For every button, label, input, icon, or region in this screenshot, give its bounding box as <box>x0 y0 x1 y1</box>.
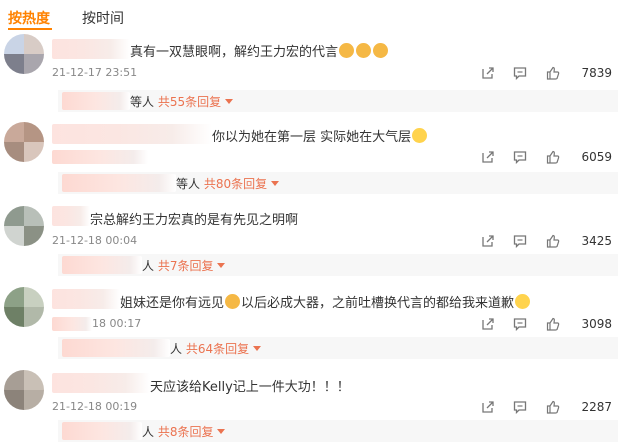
reply-users-suffix: 人 <box>142 259 155 273</box>
like-count: 3425 <box>581 234 612 248</box>
caret-down-icon <box>253 346 262 351</box>
comment-actions: 7839 <box>480 66 630 82</box>
reply-count-link[interactable]: 共64条回复 <box>186 342 249 356</box>
like-icon[interactable] <box>546 150 560 164</box>
like-icon[interactable] <box>546 66 560 80</box>
avatar[interactable] <box>4 122 44 162</box>
reply-users-suffix: 人 <box>142 425 155 439</box>
like-count: 2287 <box>581 400 612 414</box>
avatar[interactable] <box>4 287 44 327</box>
caret-down-icon <box>217 429 226 434</box>
share-icon[interactable] <box>481 317 495 331</box>
reply-count-link[interactable]: 共80条回复 <box>204 177 267 191</box>
reply-users-suffix: 等人 <box>130 95 155 109</box>
face-emoji-icon <box>412 128 428 143</box>
reply-summary[interactable]: 人 共8条回复 <box>58 420 618 442</box>
avatar[interactable] <box>4 34 44 74</box>
thumbs-up-emoji-icon <box>373 43 389 58</box>
comment-time: 21-12-18 00:19 <box>52 400 138 413</box>
comment-actions: 6059 <box>480 150 630 166</box>
face-emoji-icon <box>515 294 531 309</box>
reply-summary[interactable]: 等人 共80条回复 <box>58 172 618 194</box>
reply-count-link[interactable]: 共55条回复 <box>158 95 221 109</box>
blurred-username <box>52 124 212 144</box>
like-icon[interactable] <box>546 317 560 331</box>
avatar[interactable] <box>4 206 44 246</box>
comment-icon[interactable] <box>513 234 527 248</box>
blurred-reply-users <box>62 174 176 192</box>
comment-text: 宗总解约王力宏真的是有先见之明啊 <box>90 213 299 228</box>
comment-item: 真有一双慧眼啊，解约王力宏的代言 21-12-17 23:51 7839 等人 … <box>0 30 630 116</box>
like-count: 7839 <box>581 66 612 80</box>
blurred-username <box>52 373 150 393</box>
reply-users-suffix: 等人 <box>176 177 201 191</box>
like-icon[interactable] <box>546 400 560 414</box>
thumbs-up-emoji-icon <box>356 43 372 58</box>
reply-users-suffix: 人 <box>170 342 183 356</box>
share-icon[interactable] <box>481 234 495 248</box>
comment-time: 21-12-18 00:04 <box>52 234 138 247</box>
blurred-reply-users <box>62 92 130 110</box>
share-icon[interactable] <box>481 150 495 164</box>
comment-icon[interactable] <box>513 400 527 414</box>
comment-time: 18 00:17 <box>92 317 142 330</box>
comment-icon[interactable] <box>513 317 527 331</box>
tab-hot[interactable]: 按热度 <box>8 8 50 28</box>
comment-time: 21-12-17 23:51 <box>52 66 138 79</box>
comment-text: 天应该给Kelly记上一件大功！！！ <box>150 380 350 395</box>
blurred-username <box>52 206 90 226</box>
caret-down-icon <box>217 263 226 268</box>
like-icon[interactable] <box>546 234 560 248</box>
comment-item: 姐妹还是你有远见 以后必成大器，之前吐槽换代言的都给我来道歉 18 00:17 3… <box>0 283 630 363</box>
like-count: 6059 <box>581 150 612 164</box>
like-count: 3098 <box>581 317 612 331</box>
reply-count-link[interactable]: 共8条回复 <box>158 425 214 439</box>
blurred-timestamp <box>52 317 92 331</box>
comment-actions: 3425 <box>480 234 630 250</box>
reply-count-link[interactable]: 共7条回复 <box>158 259 214 273</box>
comment-actions: 3098 <box>480 317 630 333</box>
thumbs-up-emoji-icon <box>339 43 355 58</box>
blurred-reply-users <box>62 422 142 440</box>
blurred-reply-users <box>62 256 142 274</box>
comment-icon[interactable] <box>513 66 527 80</box>
comment-icon[interactable] <box>513 150 527 164</box>
blurred-username <box>52 39 130 59</box>
comment-item: 天应该给Kelly记上一件大功！！！ 21-12-18 00:19 2287 人… <box>0 366 630 446</box>
comment-actions: 2287 <box>480 400 630 416</box>
caret-down-icon <box>225 99 234 104</box>
comment-text: 姐妹还是你有远见 以后必成大器，之前吐槽换代言的都给我来道歉 <box>120 292 531 311</box>
tab-time[interactable]: 按时间 <box>82 8 124 28</box>
comment-item: 宗总解约王力宏真的是有先见之明啊 21-12-18 00:04 3425 人 共… <box>0 200 630 280</box>
reply-summary[interactable]: 人 共64条回复 <box>58 337 618 359</box>
blurred-username <box>52 289 120 309</box>
share-icon[interactable] <box>481 66 495 80</box>
caret-down-icon <box>271 181 280 186</box>
comment-text: 真有一双慧眼啊，解约王力宏的代言 <box>130 41 389 60</box>
avatar[interactable] <box>4 370 44 410</box>
comment-text: 你以为她在第一层 实际她在大气层 <box>212 126 428 145</box>
thumbs-up-emoji-icon <box>225 294 241 309</box>
reply-summary[interactable]: 人 共7条回复 <box>58 254 618 276</box>
blurred-reply-users <box>62 339 170 357</box>
share-icon[interactable] <box>481 400 495 414</box>
reply-summary[interactable]: 等人 共55条回复 <box>58 90 618 112</box>
blurred-timestamp <box>52 150 148 164</box>
comment-item: 你以为她在第一层 实际她在大气层 6059 等人 共80条回复 <box>0 116 630 200</box>
